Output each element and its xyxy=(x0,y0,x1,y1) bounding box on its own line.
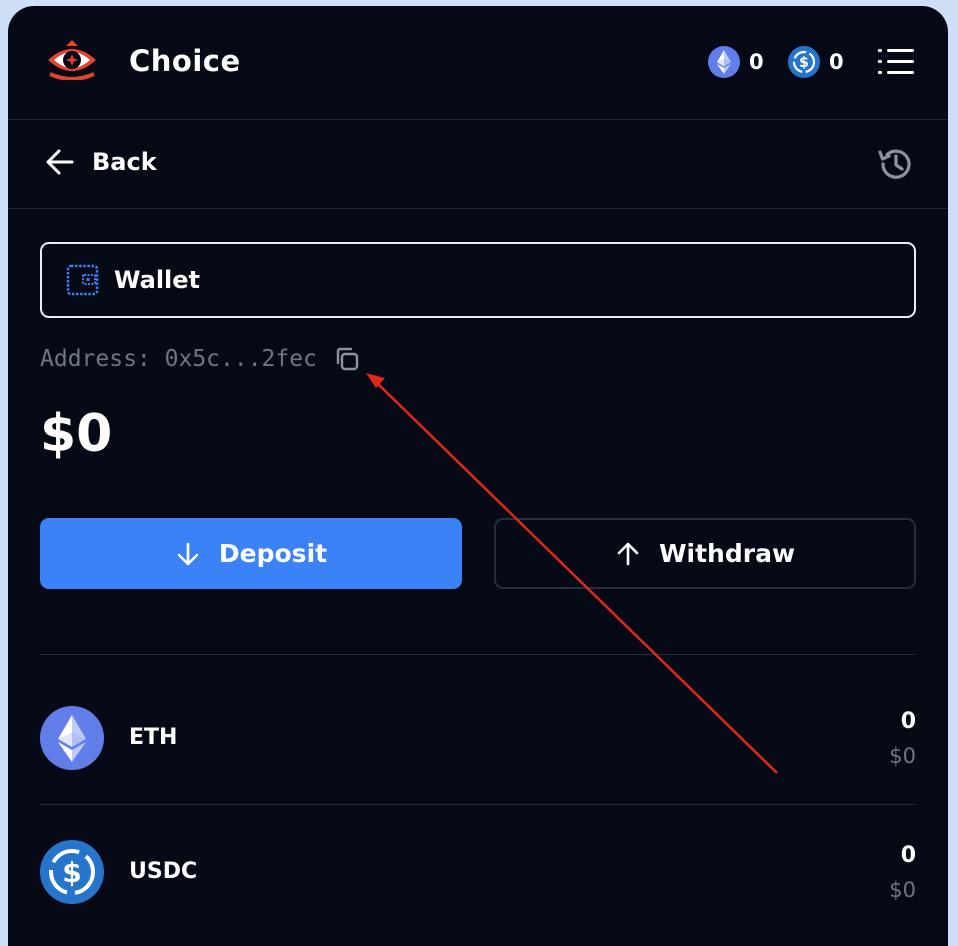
svg-text:$: $ xyxy=(62,856,81,889)
usdc-coin-icon: $ xyxy=(788,46,820,78)
divider xyxy=(40,804,916,805)
arrow-up-icon xyxy=(617,542,639,565)
usdc-coin-icon: $ xyxy=(40,840,104,904)
back-label: Back xyxy=(92,148,157,176)
usdc-balance[interactable]: $ 0 xyxy=(788,46,844,78)
copy-icon[interactable] xyxy=(333,345,361,373)
asset-amount: 0 xyxy=(900,709,916,734)
eth-coin-icon xyxy=(40,706,104,770)
wallet-icon xyxy=(66,264,99,296)
arrow-left-icon xyxy=(46,149,74,175)
withdraw-button[interactable]: Withdraw xyxy=(494,518,916,589)
history-icon[interactable] xyxy=(876,144,916,184)
deposit-button[interactable]: Deposit xyxy=(40,518,462,589)
usdc-balance-value: 0 xyxy=(829,50,844,74)
svg-text:$: $ xyxy=(799,55,809,71)
eye-logo-icon[interactable] xyxy=(46,40,98,80)
back-button[interactable]: Back xyxy=(44,146,157,178)
wallet-panel: Choice 0 $ 0 Back Wallet Address: 0x5c..… xyxy=(8,6,948,946)
wallet-label: Wallet xyxy=(114,266,201,294)
brand-name: Choice xyxy=(129,44,241,78)
withdraw-label: Withdraw xyxy=(658,539,796,568)
eth-balance-value: 0 xyxy=(749,50,764,74)
address-text: Address: 0x5c...2fec xyxy=(40,346,317,372)
asset-usd-value: $0 xyxy=(889,744,916,768)
total-balance: $0 xyxy=(40,404,113,464)
arrow-down-icon xyxy=(177,542,199,565)
asset-row-usdc[interactable]: $ USDC 0 $0 xyxy=(40,840,916,908)
menu-list-icon[interactable] xyxy=(878,47,914,77)
wallet-address: Address: 0x5c...2fec xyxy=(40,345,361,373)
sub-header: Back xyxy=(8,120,948,209)
asset-row-eth[interactable]: ETH 0 $0 xyxy=(40,706,916,774)
divider xyxy=(40,654,916,655)
eth-balance[interactable]: 0 xyxy=(708,46,764,78)
deposit-label: Deposit xyxy=(218,539,328,568)
asset-name: USDC xyxy=(129,859,198,884)
eth-coin-icon xyxy=(708,46,740,78)
top-header: Choice 0 $ 0 xyxy=(8,6,948,120)
asset-name: ETH xyxy=(129,725,178,750)
wallet-selector[interactable]: Wallet xyxy=(40,242,916,318)
asset-amount: 0 xyxy=(900,843,916,868)
asset-usd-value: $0 xyxy=(889,878,916,902)
